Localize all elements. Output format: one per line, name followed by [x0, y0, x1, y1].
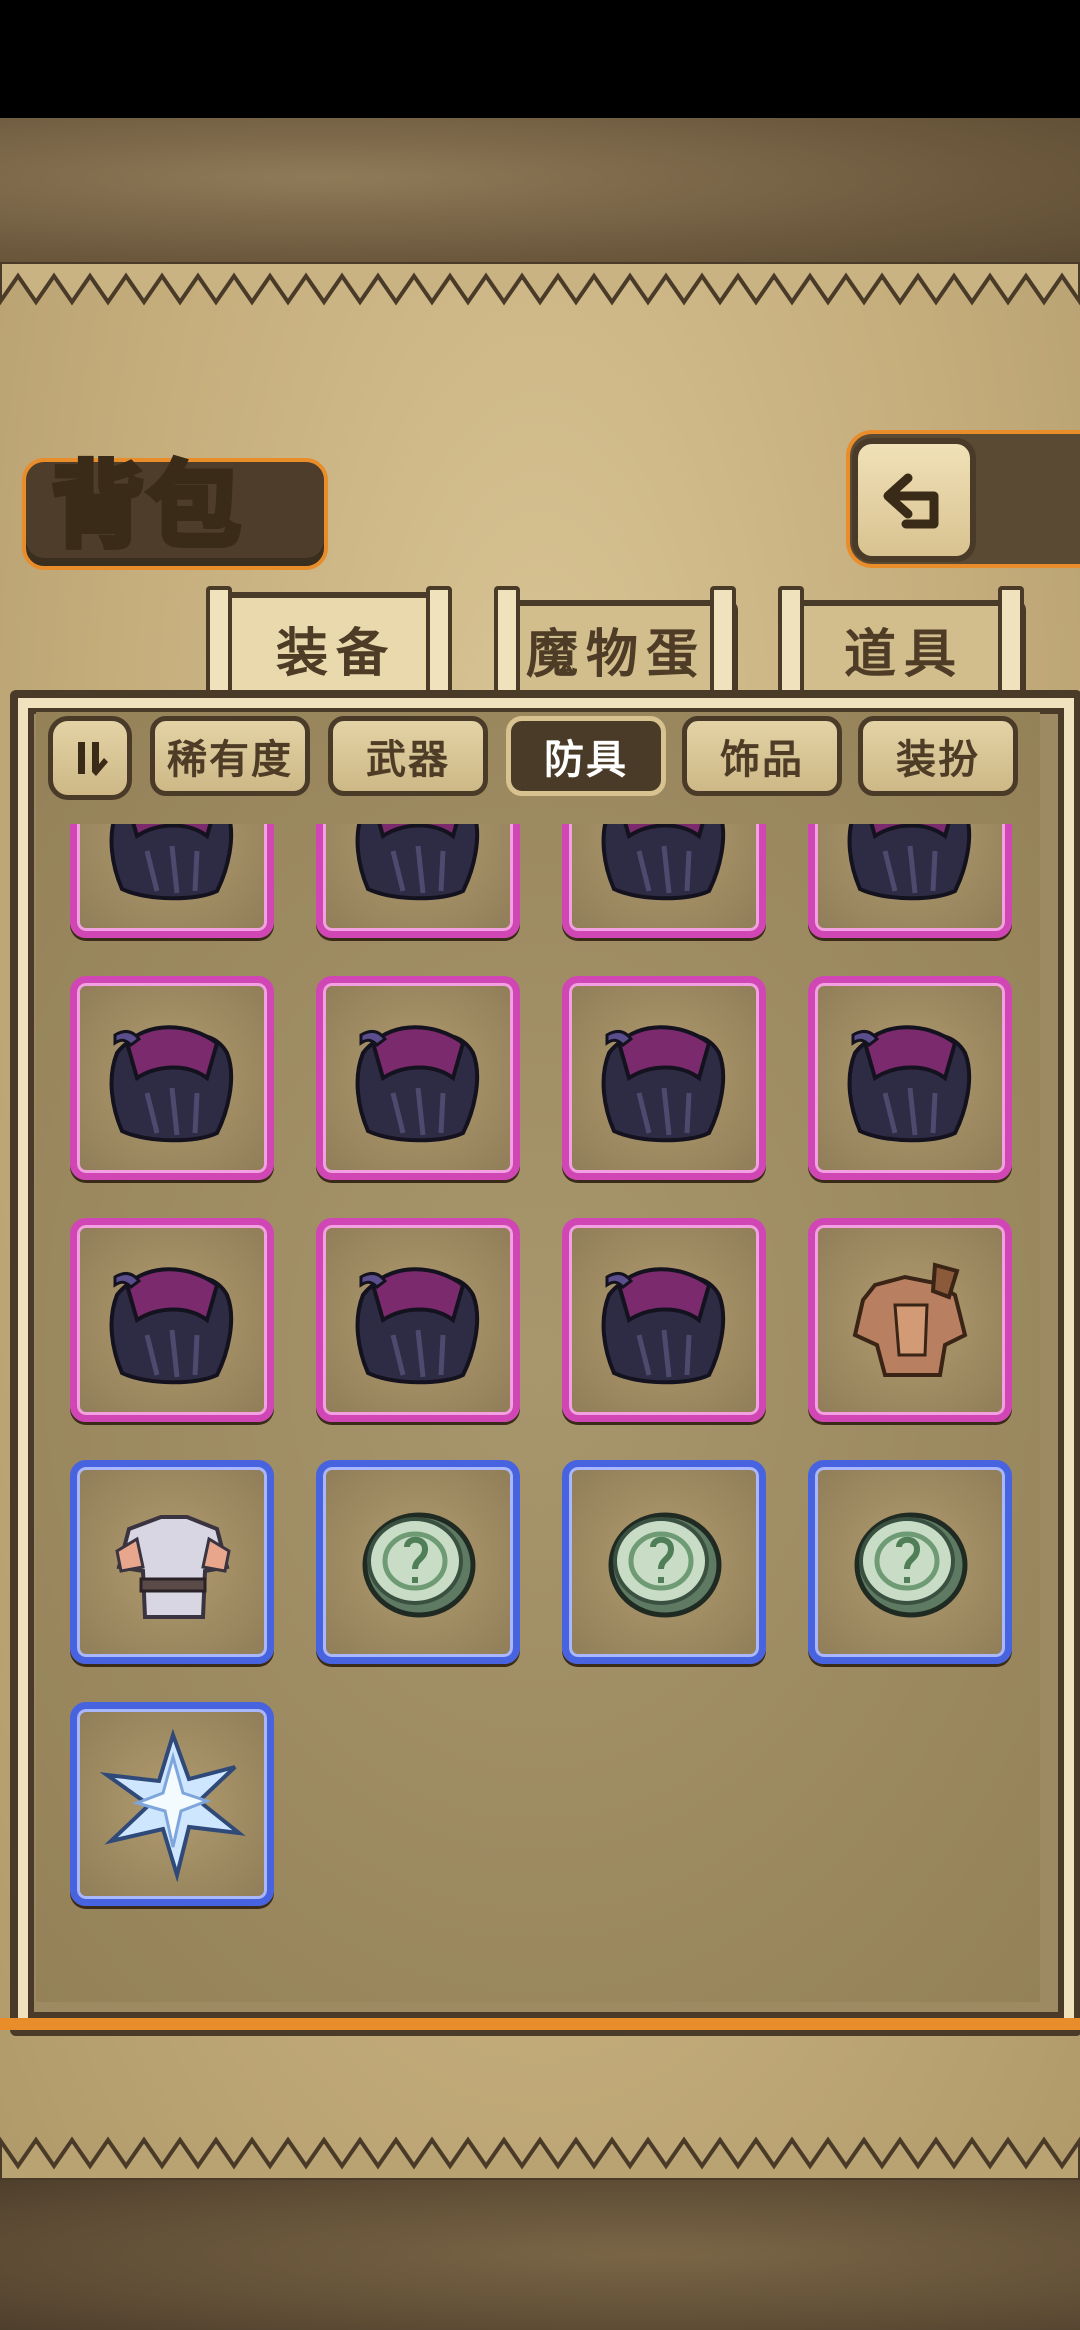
page-title: 背包 [49, 450, 245, 563]
inventory-slot[interactable] [70, 824, 274, 938]
filter-weapon[interactable]: 武器 [328, 716, 488, 796]
filter-weapon-label: 武器 [366, 737, 450, 783]
inventory-slot[interactable] [808, 824, 1012, 938]
inventory-slot[interactable] [316, 1460, 520, 1664]
tab-items[interactable]: 道具 [782, 600, 1026, 692]
inventory-grid [36, 824, 1040, 1994]
sort-button[interactable] [48, 716, 132, 800]
filter-accessory-label: 饰品 [720, 737, 804, 783]
inventory-slot[interactable] [70, 1460, 274, 1664]
inventory-slot[interactable] [70, 1218, 274, 1422]
inventory-slot[interactable] [808, 1218, 1012, 1422]
tab-equipment[interactable]: 装备 [222, 592, 450, 698]
purple-cloak-icon [355, 824, 480, 901]
inventory-slot[interactable] [808, 1460, 1012, 1664]
purple-cloak-icon [601, 824, 726, 901]
inventory-slot[interactable] [70, 976, 274, 1180]
filter-armor-label: 防具 [544, 737, 628, 783]
jade-coin-icon [608, 1512, 722, 1618]
purple-cloak-icon [601, 1025, 726, 1143]
back-button[interactable] [852, 438, 976, 562]
filter-costume[interactable]: 装扮 [858, 716, 1018, 796]
tab-monster-eggs-label: 魔物蛋 [525, 624, 706, 685]
filter-costume-label: 装扮 [896, 737, 980, 783]
map-background-top [0, 118, 1080, 268]
torn-edge-bottom [0, 2136, 1080, 2180]
tab-equipment-label: 装备 [275, 623, 396, 684]
map-background-bottom [0, 2180, 1080, 2330]
purple-cloak-icon [109, 824, 234, 901]
filter-rarity[interactable]: 稀有度 [150, 716, 310, 796]
purple-cloak-icon [601, 1267, 726, 1385]
inventory-slot[interactable] [70, 1702, 274, 1906]
filter-rarity-label: 稀有度 [167, 737, 293, 783]
inventory-slot[interactable] [316, 1218, 520, 1422]
inventory-slot[interactable] [562, 1460, 766, 1664]
purple-cloak-icon [847, 1025, 972, 1143]
purple-cloak-icon [355, 1267, 480, 1385]
silver-armor-icon [115, 1515, 231, 1619]
ice-crystal-icon [99, 1728, 246, 1883]
tab-items-label: 道具 [843, 624, 964, 685]
bronze-armor-icon [852, 1262, 968, 1377]
purple-cloak-icon [847, 824, 972, 901]
inventory-slot[interactable] [808, 976, 1012, 1180]
filter-accessory[interactable]: 饰品 [682, 716, 842, 796]
sort-icon [78, 742, 108, 776]
purple-cloak-icon [109, 1025, 234, 1143]
tab-monster-eggs[interactable]: 魔物蛋 [494, 600, 738, 692]
jade-coin-icon [362, 1512, 476, 1618]
torn-edge-top [0, 262, 1080, 306]
panel-bottom-trim [0, 2018, 1080, 2030]
inventory-slot[interactable] [562, 976, 766, 1180]
inventory-slot[interactable] [562, 824, 766, 938]
jade-coin-icon [854, 1512, 968, 1618]
purple-cloak-icon [355, 1025, 480, 1143]
purple-cloak-icon [109, 1267, 234, 1385]
inventory-slot[interactable] [562, 1218, 766, 1422]
inventory-slot[interactable] [316, 824, 520, 938]
inventory-slot[interactable] [316, 976, 520, 1180]
filter-armor[interactable]: 防具 [506, 716, 666, 796]
status-bar [0, 0, 1080, 118]
back-arrow-icon [883, 473, 939, 529]
